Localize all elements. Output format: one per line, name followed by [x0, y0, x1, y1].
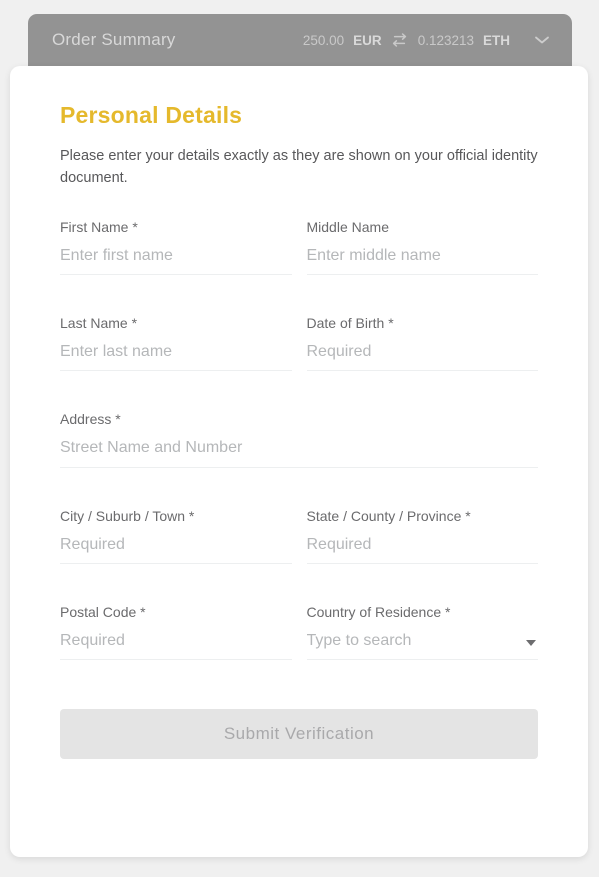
first-name-input[interactable] — [60, 246, 292, 266]
form-row-lastname-dob: Last Name * Date of Birth * — [60, 315, 538, 372]
form-row-city-state: City / Suburb / Town * State / County / … — [60, 508, 538, 564]
crypto-currency: ETH — [483, 32, 510, 48]
city-input[interactable] — [60, 534, 292, 554]
row-spacer — [60, 578, 538, 604]
label-first-name: First Name * — [60, 219, 138, 236]
last-name-input[interactable] — [60, 342, 292, 362]
label-last-name: Last Name * — [60, 315, 138, 332]
state-input[interactable] — [306, 534, 538, 554]
label-state: State / County / Province * — [306, 507, 471, 524]
submit-section: Submit Verification — [10, 709, 588, 759]
label-middle-name: Middle Name — [306, 219, 389, 236]
middle-name-input[interactable] — [306, 246, 538, 266]
control-first-name[interactable] — [60, 246, 292, 276]
row-spacer — [60, 482, 538, 508]
crypto-amount: 0.123213 — [417, 32, 474, 48]
form-row-address: Address * — [60, 411, 538, 468]
control-state[interactable] — [306, 534, 538, 564]
control-address[interactable] — [60, 438, 538, 468]
personal-details-card: Personal Details Please enter your detai… — [10, 66, 588, 857]
field-state: State / County / Province * — [306, 507, 538, 564]
postal-code-input[interactable] — [60, 630, 292, 650]
control-city[interactable] — [60, 534, 292, 564]
control-middle-name[interactable] — [306, 246, 538, 276]
chevron-down-icon[interactable] — [532, 30, 552, 50]
row-spacer — [60, 385, 538, 411]
field-address: Address * — [60, 411, 538, 468]
page-description: Please enter your details exactly as the… — [60, 148, 538, 187]
field-postal-code: Postal Code * — [60, 604, 292, 660]
fiat-currency: EUR — [353, 32, 382, 48]
field-date-of-birth: Date of Birth * — [306, 315, 538, 372]
control-postal-code[interactable] — [60, 630, 292, 660]
control-date-of-birth[interactable] — [306, 342, 538, 372]
control-last-name[interactable] — [60, 342, 292, 372]
order-summary-title: Order Summary — [52, 30, 176, 49]
field-last-name: Last Name * — [60, 315, 292, 372]
label-city: City / Suburb / Town * — [60, 507, 195, 524]
label-date-of-birth: Date of Birth * — [306, 315, 394, 332]
field-city: City / Suburb / Town * — [60, 508, 292, 564]
control-country-of-residence[interactable] — [306, 630, 538, 660]
page-title: Personal Details — [60, 102, 243, 128]
order-summary-amounts: 250.00 EUR 0.123213 ETH — [303, 31, 510, 49]
row-spacer — [60, 289, 538, 315]
label-address: Address * — [60, 411, 121, 428]
address-input[interactable] — [60, 438, 538, 458]
field-middle-name: Middle Name — [306, 219, 538, 276]
country-of-residence-input[interactable] — [306, 630, 538, 650]
fiat-amount: 250.00 — [302, 32, 345, 48]
field-country-of-residence: Country of Residence * — [306, 603, 538, 660]
label-postal-code: Postal Code * — [60, 603, 146, 620]
label-country-of-residence: Country of Residence * — [306, 603, 451, 620]
swap-horizontal-icon — [391, 31, 409, 49]
submit-verification-button[interactable]: Submit Verification — [60, 709, 538, 759]
form-row-postal-country: Postal Code * Country of Residence * — [60, 604, 538, 660]
form-row-names: First Name * Middle Name — [60, 219, 538, 276]
date-of-birth-input[interactable] — [306, 342, 538, 362]
order-summary-bar[interactable]: Order Summary 250.00 EUR 0.123213 ETH — [28, 14, 572, 66]
field-first-name: First Name * — [60, 219, 292, 276]
